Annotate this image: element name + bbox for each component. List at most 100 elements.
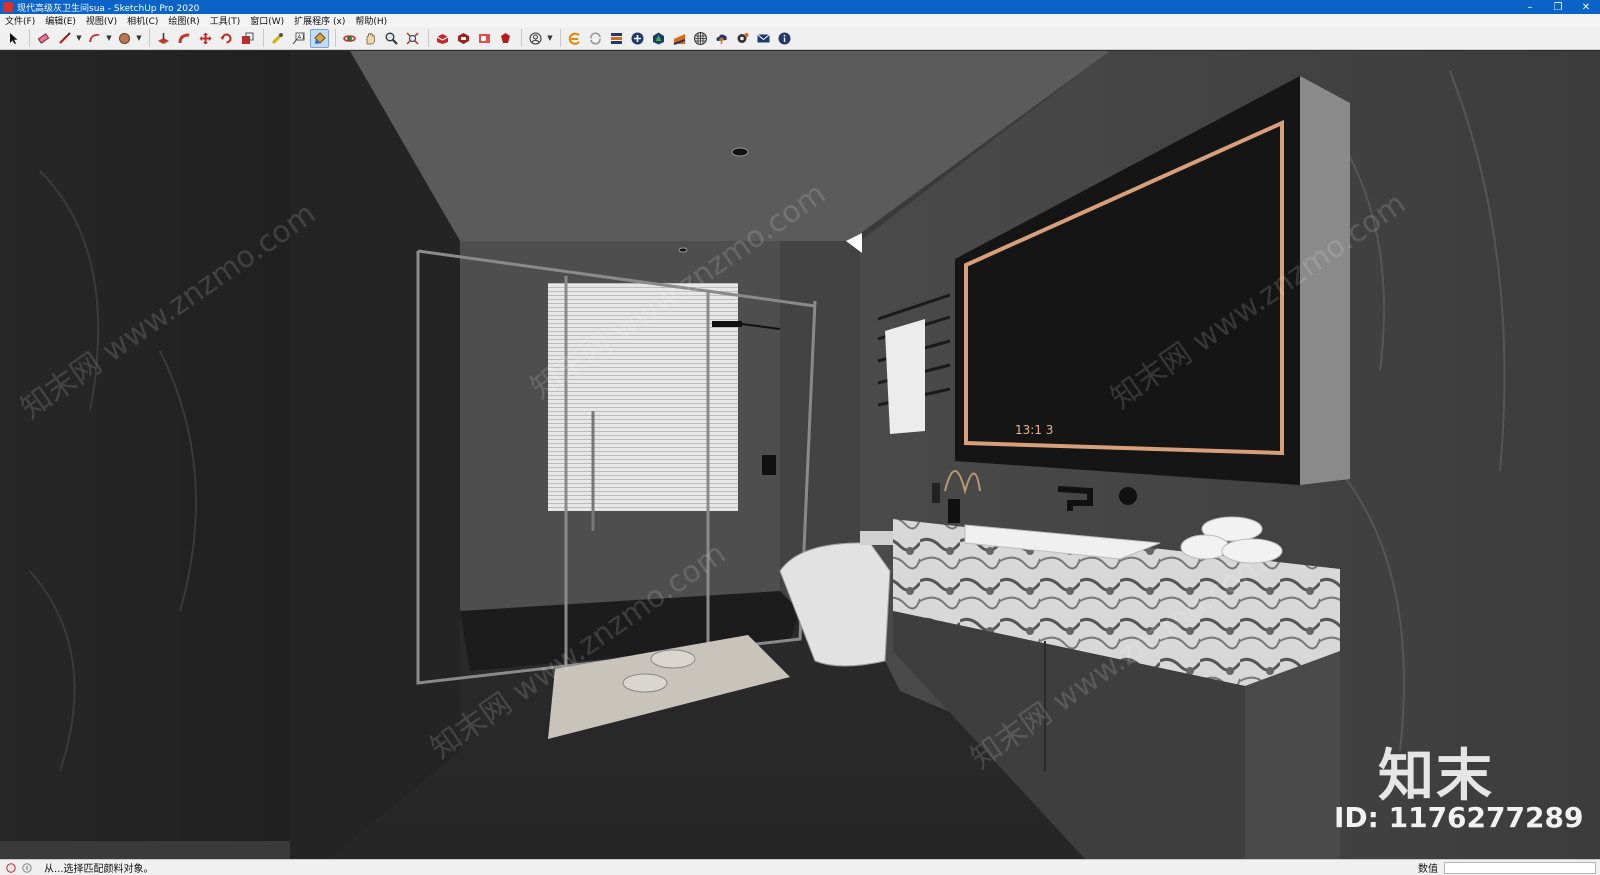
circle-tool-button[interactable] — [115, 29, 134, 48]
plugin-e-button[interactable] — [565, 29, 584, 48]
layout-icon — [479, 33, 490, 43]
toolbar-separator — [521, 29, 522, 47]
bathroom-scene — [0, 51, 1600, 859]
3d-warehouse-button[interactable] — [433, 29, 452, 48]
rotate-tool-button[interactable] — [217, 29, 236, 48]
mail-icon — [757, 33, 770, 42]
ruby-console-button[interactable] — [496, 29, 515, 48]
zoom-tool-button[interactable] — [382, 29, 401, 48]
paint-bucket-tool-button[interactable] — [310, 28, 329, 48]
account-button[interactable] — [526, 29, 545, 48]
left-wall — [0, 51, 290, 841]
scale-tool-button[interactable] — [238, 29, 257, 48]
eraser-tool-button[interactable] — [34, 29, 53, 48]
tree-icon — [653, 32, 664, 44]
toolbar-separator — [263, 29, 264, 47]
plugin-e-icon — [568, 32, 580, 45]
measurements-input[interactable] — [1444, 861, 1596, 874]
tree-button[interactable] — [649, 29, 668, 48]
close-button[interactable]: ✕ — [1572, 0, 1600, 14]
arc-tool-dropdown[interactable]: ▼ — [106, 29, 112, 48]
measurements-label: 数值 — [1418, 864, 1438, 875]
extension-warehouse-icon — [458, 32, 469, 44]
rotate-icon — [220, 33, 232, 43]
mail-button[interactable] — [754, 29, 773, 48]
vanity-cabinet-side — [1245, 651, 1340, 859]
orbit-icon — [343, 34, 356, 42]
menu-view[interactable]: 视图(V) — [81, 14, 122, 27]
geo-location-icon[interactable] — [6, 862, 16, 873]
menu-window[interactable]: 窗口(W) — [245, 14, 289, 27]
sketchup-app-icon — [3, 2, 13, 12]
circle-tool-dropdown[interactable]: ▼ — [136, 29, 142, 48]
pan-icon — [366, 32, 375, 44]
toolbar-separator — [29, 29, 30, 47]
toolbar-separator — [428, 29, 429, 47]
menu-extensions[interactable]: 扩展程序 (x) — [289, 14, 350, 27]
main-toolbar: ▼ ▼ ▼ A1 ▼ — [0, 27, 1600, 50]
title-bar: 现代高级灰卫生间sua - SketchUp Pro 2020 – ❐ ✕ — [0, 0, 1600, 14]
upload-button[interactable] — [712, 29, 731, 48]
modeling-viewport[interactable]: 知末网 www.znzmo.com 知末网 www.znzmo.com 知末网 … — [0, 51, 1600, 859]
push-pull-tool-button[interactable] — [154, 29, 173, 48]
zoom-extents-tool-button[interactable] — [403, 29, 422, 48]
ruby-icon — [501, 32, 510, 43]
text-icon: A1 — [292, 32, 305, 44]
brand-logo: 知末 — [1378, 744, 1494, 809]
settings-button[interactable] — [733, 29, 752, 48]
menu-camera[interactable]: 相机(C) — [122, 14, 163, 27]
orbit-tool-button[interactable] — [340, 29, 359, 48]
ceiling-downlight — [678, 247, 688, 253]
layers-button[interactable] — [607, 29, 626, 48]
rolled-towel — [1180, 534, 1230, 560]
pattern-button[interactable] — [691, 29, 710, 48]
arc-icon — [89, 33, 100, 42]
layers-icon — [611, 32, 622, 44]
move-tool-button[interactable] — [196, 29, 215, 48]
menu-help[interactable]: 帮助(H) — [350, 14, 392, 27]
model-id-label: ID: 1176277289 — [1334, 801, 1584, 834]
pan-tool-button[interactable] — [361, 29, 380, 48]
info-icon — [778, 32, 791, 44]
minimize-button[interactable]: – — [1516, 0, 1544, 14]
eraser-icon — [37, 32, 50, 44]
roof-button[interactable] — [670, 29, 689, 48]
status-bar: 从...选择匹配颜料对象。 数值 — [0, 859, 1600, 875]
extension-warehouse-button[interactable] — [454, 29, 473, 48]
credits-icon[interactable] — [22, 862, 32, 873]
line-icon — [59, 31, 71, 44]
select-tool-button[interactable] — [4, 29, 23, 48]
tape-measure-tool-button[interactable] — [268, 29, 287, 48]
toolbar-separator — [335, 29, 336, 47]
zoom-icon — [385, 32, 398, 45]
move-icon — [199, 32, 212, 44]
select-icon — [10, 32, 18, 44]
refresh-button[interactable] — [586, 29, 605, 48]
account-dropdown[interactable]: ▼ — [547, 29, 553, 48]
restore-button[interactable]: ❐ — [1544, 0, 1572, 14]
scale-icon — [242, 32, 254, 44]
info-button[interactable] — [775, 29, 794, 48]
soap-bottle — [932, 483, 940, 503]
zoom-extents-icon — [406, 31, 419, 45]
menu-draw[interactable]: 绘图(R) — [163, 14, 204, 27]
line-tool-button[interactable] — [55, 29, 74, 48]
follow-me-tool-button[interactable] — [175, 29, 194, 48]
shower-mixer — [762, 455, 776, 475]
menu-tools[interactable]: 工具(T) — [205, 14, 246, 27]
warehouse-icon — [436, 33, 449, 44]
layout-button[interactable] — [475, 29, 494, 48]
roof-icon — [673, 33, 686, 45]
upload-icon — [716, 34, 727, 44]
menu-edit[interactable]: 编辑(E) — [40, 14, 81, 27]
hanging-towel — [885, 319, 925, 434]
window-title: 现代高级灰卫生间sua - SketchUp Pro 2020 — [17, 3, 200, 14]
add-button[interactable] — [628, 29, 647, 48]
slipper — [622, 673, 668, 693]
menu-file[interactable]: 文件(F) — [0, 14, 40, 27]
toolbar-separator — [149, 29, 150, 47]
status-message: 从...选择匹配颜料对象。 — [44, 864, 154, 875]
line-tool-dropdown[interactable]: ▼ — [76, 29, 82, 48]
text-tool-button[interactable]: A1 — [289, 29, 308, 48]
arc-tool-button[interactable] — [85, 29, 104, 48]
